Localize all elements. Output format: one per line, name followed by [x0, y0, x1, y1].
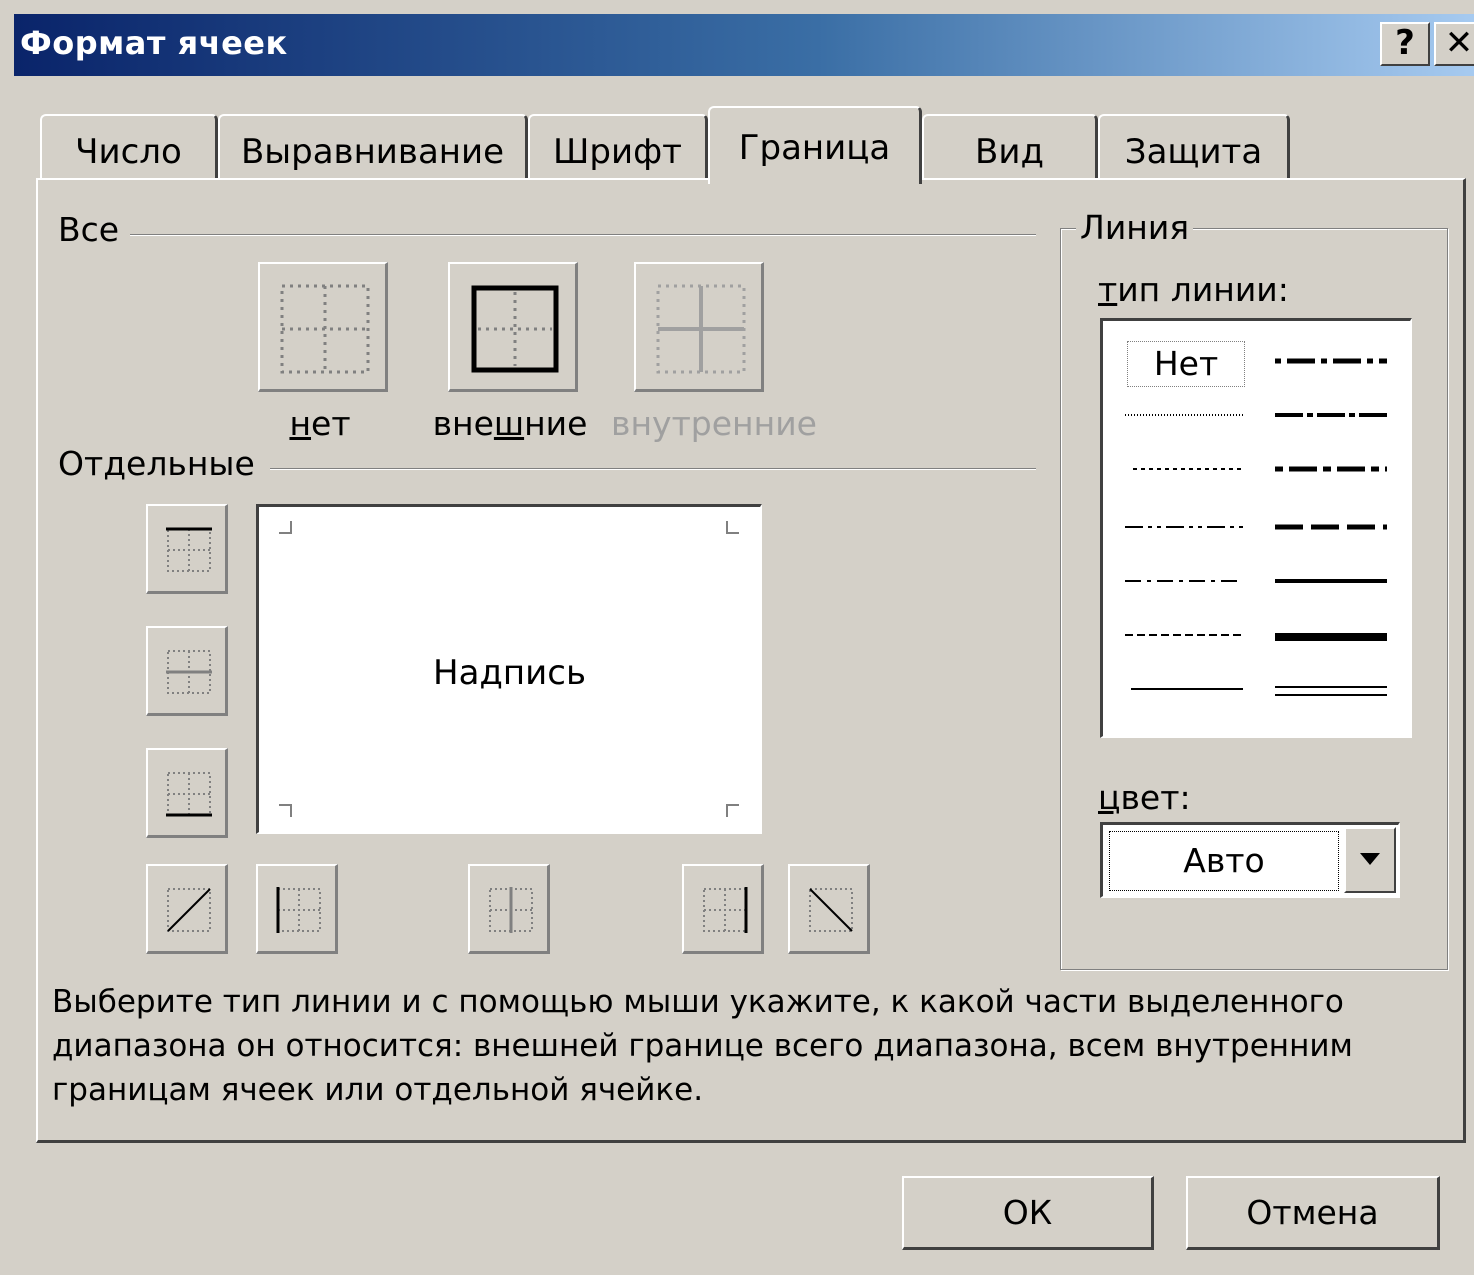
border-top-button[interactable]: [146, 504, 228, 594]
border-bottom-button[interactable]: [146, 748, 228, 838]
border-diagonal-up-button[interactable]: [146, 864, 228, 954]
ok-button[interactable]: ОК: [902, 1176, 1154, 1250]
border-outline-icon: [471, 285, 559, 373]
dialog-title: Формат ячеек: [20, 24, 288, 62]
line-style-list[interactable]: Нет: [1100, 318, 1412, 738]
line-color-value: Авто: [1109, 831, 1339, 891]
label-rest: ип линии:: [1117, 270, 1289, 309]
color-dropdown-button[interactable]: [1344, 827, 1396, 893]
tab-label: Граница: [738, 128, 891, 168]
label-rest: ет: [311, 404, 351, 443]
tab-label: Число: [75, 132, 182, 172]
individual-section-label: Отдельные: [58, 444, 265, 483]
tab-number[interactable]: Число: [40, 114, 218, 180]
border-none-icon: [280, 284, 370, 374]
instruction-text: Выберите тип линии и с помощью мыши укаж…: [52, 984, 1353, 1108]
border-inside-horizontal-icon: [166, 650, 212, 694]
all-section-label: Все: [58, 210, 130, 249]
border-diagonal-down-button[interactable]: [788, 864, 870, 954]
line-group-title: Линия: [1076, 208, 1194, 247]
help-icon: ?: [1395, 23, 1415, 63]
border-bottom-icon: [166, 772, 212, 817]
diagonal-down-icon: [809, 888, 853, 932]
preset-outline-label: внешние: [428, 404, 592, 443]
mnemonic: ц: [1098, 778, 1121, 817]
tab-label: Выравнивание: [240, 132, 505, 172]
close-button[interactable]: ✕: [1434, 22, 1474, 66]
cancel-button[interactable]: Отмена: [1186, 1176, 1440, 1250]
individual-separator: [270, 468, 1036, 470]
border-left-icon: [276, 887, 321, 933]
preset-inside-label: внутренние: [611, 404, 817, 443]
line-color-select[interactable]: Авто: [1100, 822, 1400, 898]
line-styles-icon: [1125, 358, 1387, 696]
mnemonic: н: [289, 404, 312, 443]
tab-patterns[interactable]: Вид: [922, 114, 1098, 180]
label-rest: ние: [524, 404, 588, 443]
border-inside-icon: [656, 284, 746, 374]
border-preview[interactable]: Надпись: [256, 504, 762, 834]
chevron-down-icon: [1360, 853, 1380, 865]
mnemonic: т: [1098, 270, 1118, 309]
format-cells-dialog: Формат ячеек ? ✕ Число Выравнивание Шриф…: [0, 0, 1474, 1275]
preset-none-button[interactable]: [258, 262, 388, 392]
diagonal-up-icon: [167, 888, 211, 932]
preset-inside-button[interactable]: [634, 262, 764, 392]
help-button[interactable]: ?: [1380, 22, 1430, 66]
mnemonic: ш: [493, 404, 525, 443]
border-right-button[interactable]: [682, 864, 764, 954]
border-inside-vertical-icon: [489, 887, 533, 933]
tab-alignment[interactable]: Выравнивание: [218, 114, 528, 180]
border-right-icon: [703, 887, 748, 933]
border-left-button[interactable]: [256, 864, 338, 954]
close-icon: ✕: [1444, 23, 1474, 63]
tab-border[interactable]: Граница: [708, 106, 922, 184]
tab-protection[interactable]: Защита: [1098, 114, 1290, 180]
preset-outline-button[interactable]: [448, 262, 578, 392]
label-prefix: вне: [432, 404, 494, 443]
border-inside-horizontal-button[interactable]: [146, 626, 228, 716]
preset-none-label: нет: [258, 404, 382, 443]
tab-label: Защита: [1124, 132, 1263, 172]
tab-label: Шрифт: [553, 132, 682, 172]
tab-label: Вид: [975, 132, 1044, 172]
title-bar: Формат ячеек ? ✕: [14, 14, 1474, 76]
preview-sample-text: Надпись: [433, 653, 586, 693]
line-style-label: тип линии:: [1098, 270, 1289, 309]
border-inside-vertical-button[interactable]: [468, 864, 550, 954]
border-top-icon: [166, 527, 212, 572]
all-separator: [130, 234, 1036, 236]
tab-font[interactable]: Шрифт: [528, 114, 708, 180]
line-color-label: цвет:: [1098, 778, 1191, 817]
label-rest: вет:: [1120, 778, 1191, 817]
